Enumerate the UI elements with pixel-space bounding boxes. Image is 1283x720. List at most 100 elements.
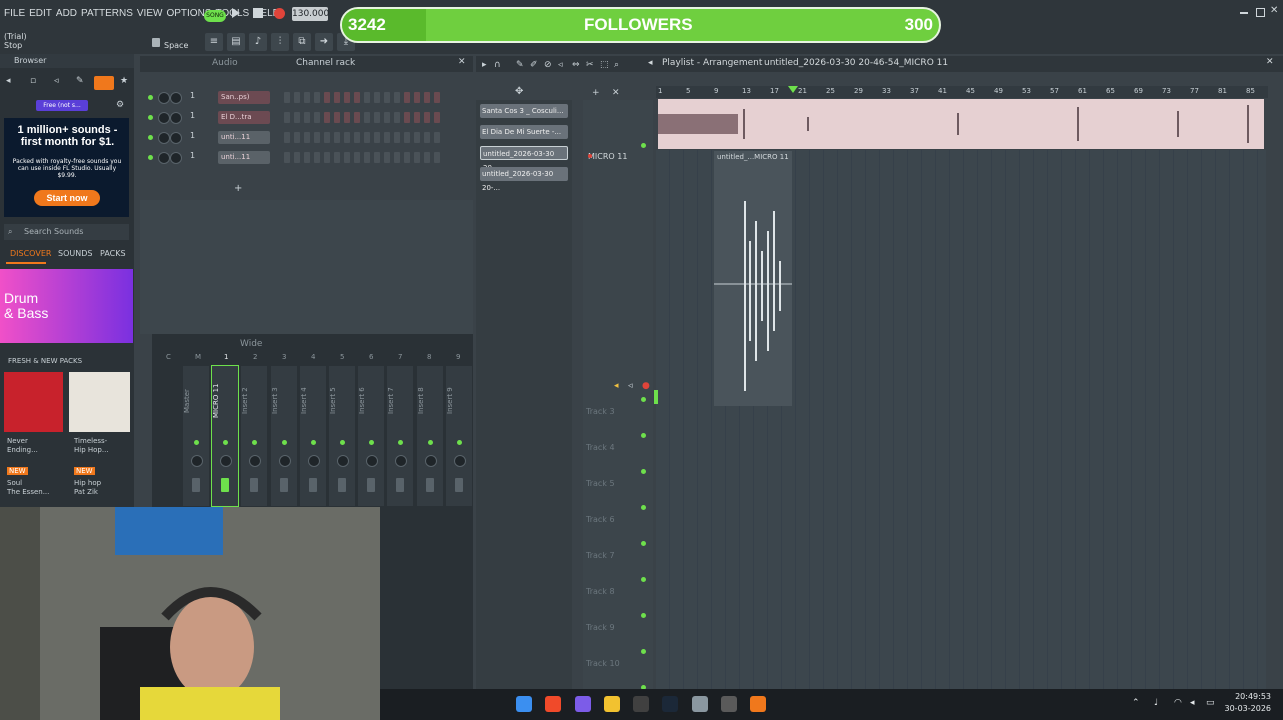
- play-icon[interactable]: [232, 8, 240, 18]
- slip-icon[interactable]: ⇔: [572, 60, 580, 70]
- step-button[interactable]: [394, 92, 400, 103]
- step-button[interactable]: [414, 152, 420, 163]
- record-icon[interactable]: ●: [642, 381, 650, 391]
- step-button[interactable]: [364, 132, 370, 143]
- step-button[interactable]: [424, 132, 430, 143]
- channel-number[interactable]: 1: [190, 131, 195, 140]
- mixer-strip-led[interactable]: [194, 440, 199, 445]
- mixer-column-number[interactable]: C: [166, 353, 171, 361]
- menu-file[interactable]: FILE: [4, 8, 25, 19]
- track-name[interactable]: Track 9: [586, 623, 615, 632]
- minimize-icon[interactable]: [1240, 12, 1248, 14]
- step-button[interactable]: [374, 112, 380, 123]
- volume-knob[interactable]: [170, 132, 182, 144]
- timeline-ruler[interactable]: 1 5 9 13 17 21 25 29 33 37 41 45 49 53 57 61 65 69 73 77 81 8…: [656, 86, 1268, 98]
- mixer-strip-led[interactable]: [281, 440, 287, 445]
- mixer-fader[interactable]: [454, 478, 463, 492]
- mixer-pan-knob[interactable]: [453, 455, 466, 467]
- maximize-icon[interactable]: [1256, 8, 1265, 17]
- mixer-column-number[interactable]: 8: [427, 353, 431, 361]
- tab-discover[interactable]: DISCOVER: [10, 249, 51, 258]
- terminal-icon[interactable]: [633, 696, 649, 712]
- pack-1-title[interactable]: Never: [7, 437, 28, 445]
- track-name[interactable]: Track 4: [586, 443, 615, 452]
- plugin-icon[interactable]: ✎: [76, 76, 84, 86]
- step-button[interactable]: [324, 112, 330, 123]
- step-button[interactable]: [434, 112, 440, 123]
- mixer-fader[interactable]: [425, 478, 434, 492]
- step-button[interactable]: [294, 132, 300, 143]
- track-led[interactable]: [641, 397, 646, 402]
- mixer-fader[interactable]: [279, 478, 288, 492]
- mixer-column-number[interactable]: 4: [311, 353, 315, 361]
- menu-view[interactable]: VIEW: [137, 8, 163, 19]
- step-button[interactable]: [344, 152, 350, 163]
- mixer-fader[interactable]: [338, 478, 346, 492]
- playlist-icon[interactable]: ≡: [205, 33, 223, 51]
- channel-led[interactable]: [148, 135, 153, 140]
- step-button[interactable]: [414, 92, 420, 103]
- mixer-pan-knob[interactable]: [278, 455, 291, 467]
- track-name[interactable]: Track 7: [586, 551, 615, 560]
- mute-icon[interactable]: ◃: [558, 60, 563, 70]
- step-button[interactable]: [334, 132, 340, 143]
- battery-icon[interactable]: ▭: [1206, 698, 1215, 708]
- audio-tab[interactable]: Audio: [212, 58, 238, 68]
- mixer-strip-led[interactable]: [427, 440, 433, 445]
- mixer-pan-knob[interactable]: [424, 455, 437, 467]
- channel-led[interactable]: [148, 95, 153, 100]
- pack-1-title-cont[interactable]: Ending...: [7, 446, 38, 454]
- step-button[interactable]: [404, 112, 410, 123]
- record-icon[interactable]: [274, 8, 285, 19]
- track1-label[interactable]: MICRO 11: [588, 152, 627, 161]
- playlist-close-icon[interactable]: ✕: [1266, 57, 1274, 67]
- stop-icon[interactable]: [253, 8, 263, 18]
- zoom-icon[interactable]: ⌕: [614, 60, 619, 70]
- step-button[interactable]: [354, 92, 360, 103]
- channel-name-button[interactable]: unti...11: [218, 131, 270, 144]
- step-button[interactable]: [424, 112, 430, 123]
- channel-name-button[interactable]: unti...11: [218, 151, 270, 164]
- step-button[interactable]: [374, 152, 380, 163]
- mixer-fader[interactable]: [221, 478, 230, 492]
- tab-packs[interactable]: PACKS: [100, 249, 126, 258]
- microphone-icon[interactable]: ♩: [1154, 698, 1158, 708]
- move-icon[interactable]: ✥: [515, 86, 523, 97]
- pan-knob[interactable]: [158, 92, 170, 104]
- tab-sounds[interactable]: SOUNDS: [58, 249, 92, 258]
- step-button[interactable]: [294, 112, 300, 123]
- volume-icon[interactable]: ◂: [1190, 698, 1195, 708]
- piano-roll-icon[interactable]: ▤: [227, 33, 245, 51]
- track-led[interactable]: [641, 541, 646, 546]
- delete-icon[interactable]: ⊘: [544, 60, 552, 70]
- mixer-column-number[interactable]: 1: [224, 353, 228, 361]
- channel-name-button[interactable]: El D...tra: [218, 111, 270, 124]
- mixer-column-number[interactable]: 3: [282, 353, 286, 361]
- step-button[interactable]: [394, 112, 400, 123]
- step-button[interactable]: [334, 112, 340, 123]
- step-button[interactable]: [384, 152, 390, 163]
- wifi-icon[interactable]: ◠: [1174, 698, 1182, 708]
- fl-studio-icon[interactable]: [750, 696, 766, 712]
- step-button[interactable]: [404, 132, 410, 143]
- brush-icon[interactable]: ✐: [530, 60, 538, 70]
- pan-knob[interactable]: [158, 132, 170, 144]
- mixer-pan-knob[interactable]: [307, 455, 320, 467]
- step-button[interactable]: [384, 132, 390, 143]
- windows-start-icon[interactable]: [516, 696, 532, 712]
- channel-name-button[interactable]: San..ps): [218, 91, 270, 104]
- brave-browser-icon[interactable]: [545, 696, 561, 712]
- step-button[interactable]: [364, 112, 370, 123]
- close-icon[interactable]: ✕: [1270, 5, 1278, 16]
- steam-icon[interactable]: [662, 696, 678, 712]
- mixer-strip-led[interactable]: [310, 440, 316, 445]
- track-name[interactable]: Track 5: [586, 479, 615, 488]
- step-button[interactable]: [324, 132, 330, 143]
- speaker-icon[interactable]: ◃: [54, 76, 59, 86]
- free-trial-badge[interactable]: Free (not s...: [36, 100, 88, 111]
- mixer-column-number[interactable]: M: [195, 353, 201, 361]
- step-button[interactable]: [284, 152, 290, 163]
- song-mode-toggle[interactable]: SONG: [204, 10, 226, 22]
- step-button[interactable]: [314, 92, 320, 103]
- step-button[interactable]: [394, 152, 400, 163]
